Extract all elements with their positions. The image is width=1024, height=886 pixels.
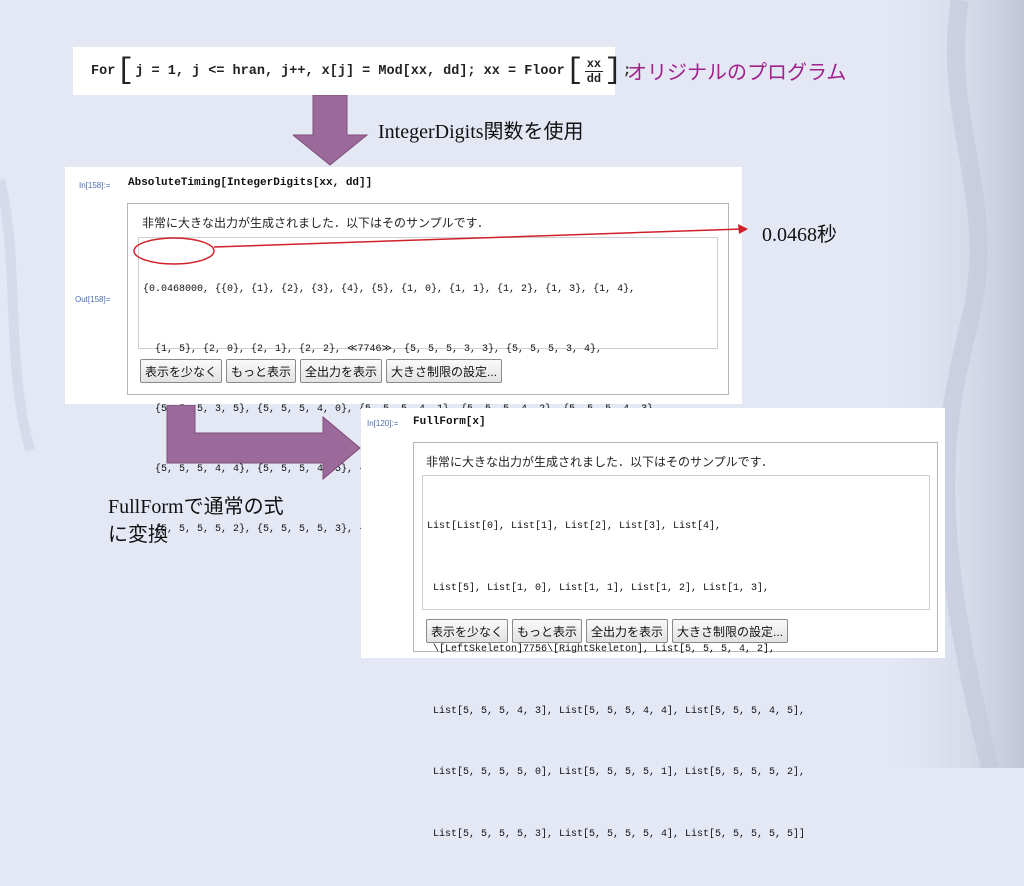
output-line: List[5, 5, 5, 5, 3], List[5, 5, 5, 5, 4]… bbox=[427, 828, 806, 840]
close-bracket-2: ] bbox=[604, 54, 623, 88]
fraction-denominator: dd bbox=[586, 71, 602, 86]
highlight-annotation bbox=[133, 224, 748, 265]
output-buttons-1: 表示を少なく もっと表示 全出力を表示 大きさ制限の設定... bbox=[140, 359, 503, 383]
output-line: List[5, 5, 5, 5, 0], List[5, 5, 5, 5, 1]… bbox=[427, 767, 806, 778]
notebook-panel-1: In[158]:= AbsoluteTiming[IntegerDigits[x… bbox=[65, 167, 742, 535]
output-line: {0.0468000, {{0}, {1}, {2}, {3}, {4}, {5… bbox=[143, 284, 636, 295]
timing-caption: 0.0468秒 bbox=[762, 224, 837, 246]
out-label-1: Out[158]= bbox=[75, 295, 111, 304]
notebook-panel-2: In[120]:= FullForm[x] 非常に大きな出力が生成されました．以… bbox=[361, 408, 945, 840]
open-bracket: [ bbox=[116, 54, 135, 88]
output-message-2: 非常に大きな出力が生成されました．以下はそのサンプルです． bbox=[426, 455, 774, 469]
show-more-button[interactable]: もっと表示 bbox=[512, 619, 583, 643]
fraction: xx dd bbox=[584, 56, 604, 86]
output-data-2: List[List[0], List[1], List[2], List[3],… bbox=[422, 475, 930, 840]
output-message-box-2: 非常に大きな出力が生成されました．以下はそのサンプルです． List[List[… bbox=[413, 442, 938, 840]
in-label-1: In[158]:= bbox=[79, 181, 111, 190]
integerdigits-caption: IntegerDigits関数を使用 bbox=[378, 121, 584, 143]
fullform-caption-line2: に変換 bbox=[108, 524, 168, 546]
code-body: j = 1, j <= hran, j++, x[j] = Mod[xx, dd… bbox=[135, 63, 565, 79]
original-program-label: オリジナルのプログラム bbox=[627, 62, 847, 84]
fullform-caption-line1: FullFormで通常の式 bbox=[108, 496, 284, 518]
set-size-limit-button[interactable]: 大きさ制限の設定... bbox=[672, 619, 789, 643]
show-full-output-button[interactable]: 全出力を表示 bbox=[586, 619, 669, 643]
output-line: List[List[0], List[1], List[2], List[3],… bbox=[427, 521, 722, 532]
original-program-box: For[j = 1, j <= hran, j++, x[j] = Mod[xx… bbox=[73, 47, 631, 95]
show-more-button[interactable]: もっと表示 bbox=[226, 359, 297, 383]
highlight-arrow-line bbox=[213, 228, 743, 248]
show-less-button[interactable]: 表示を少なく bbox=[426, 619, 509, 643]
show-full-output-button[interactable]: 全出力を表示 bbox=[300, 359, 383, 383]
output-buttons-2: 表示を少なく もっと表示 全出力を表示 大きさ制限の設定... bbox=[426, 619, 789, 643]
fraction-numerator: xx bbox=[584, 56, 604, 72]
output-line: {1, 5}, {2, 0}, {2, 1}, {2, 2}, ≪7746≫, … bbox=[143, 344, 603, 355]
input-cell-2[interactable]: FullForm[x] bbox=[413, 416, 486, 428]
output-line: \[LeftSkeleton]7756\[RightSkeleton], Lis… bbox=[427, 644, 776, 655]
in-label-2: In[120]:= bbox=[367, 419, 399, 428]
highlight-arrowhead-icon bbox=[738, 224, 748, 234]
output-line: List[5], List[1, 0], List[1, 1], List[1,… bbox=[427, 582, 770, 594]
code-prefix: For bbox=[91, 63, 116, 79]
down-arrow-icon bbox=[293, 95, 369, 166]
bent-arrow-icon bbox=[166, 405, 361, 481]
show-less-button[interactable]: 表示を少なく bbox=[140, 359, 223, 383]
output-line: List[5, 5, 5, 4, 3], List[5, 5, 5, 4, 4]… bbox=[427, 705, 806, 717]
set-size-limit-button[interactable]: 大きさ制限の設定... bbox=[386, 359, 503, 383]
open-bracket-2: [ bbox=[565, 54, 584, 88]
input-cell-1[interactable]: AbsoluteTiming[IntegerDigits[xx, dd]] bbox=[128, 177, 372, 189]
highlight-ellipse bbox=[133, 237, 215, 265]
